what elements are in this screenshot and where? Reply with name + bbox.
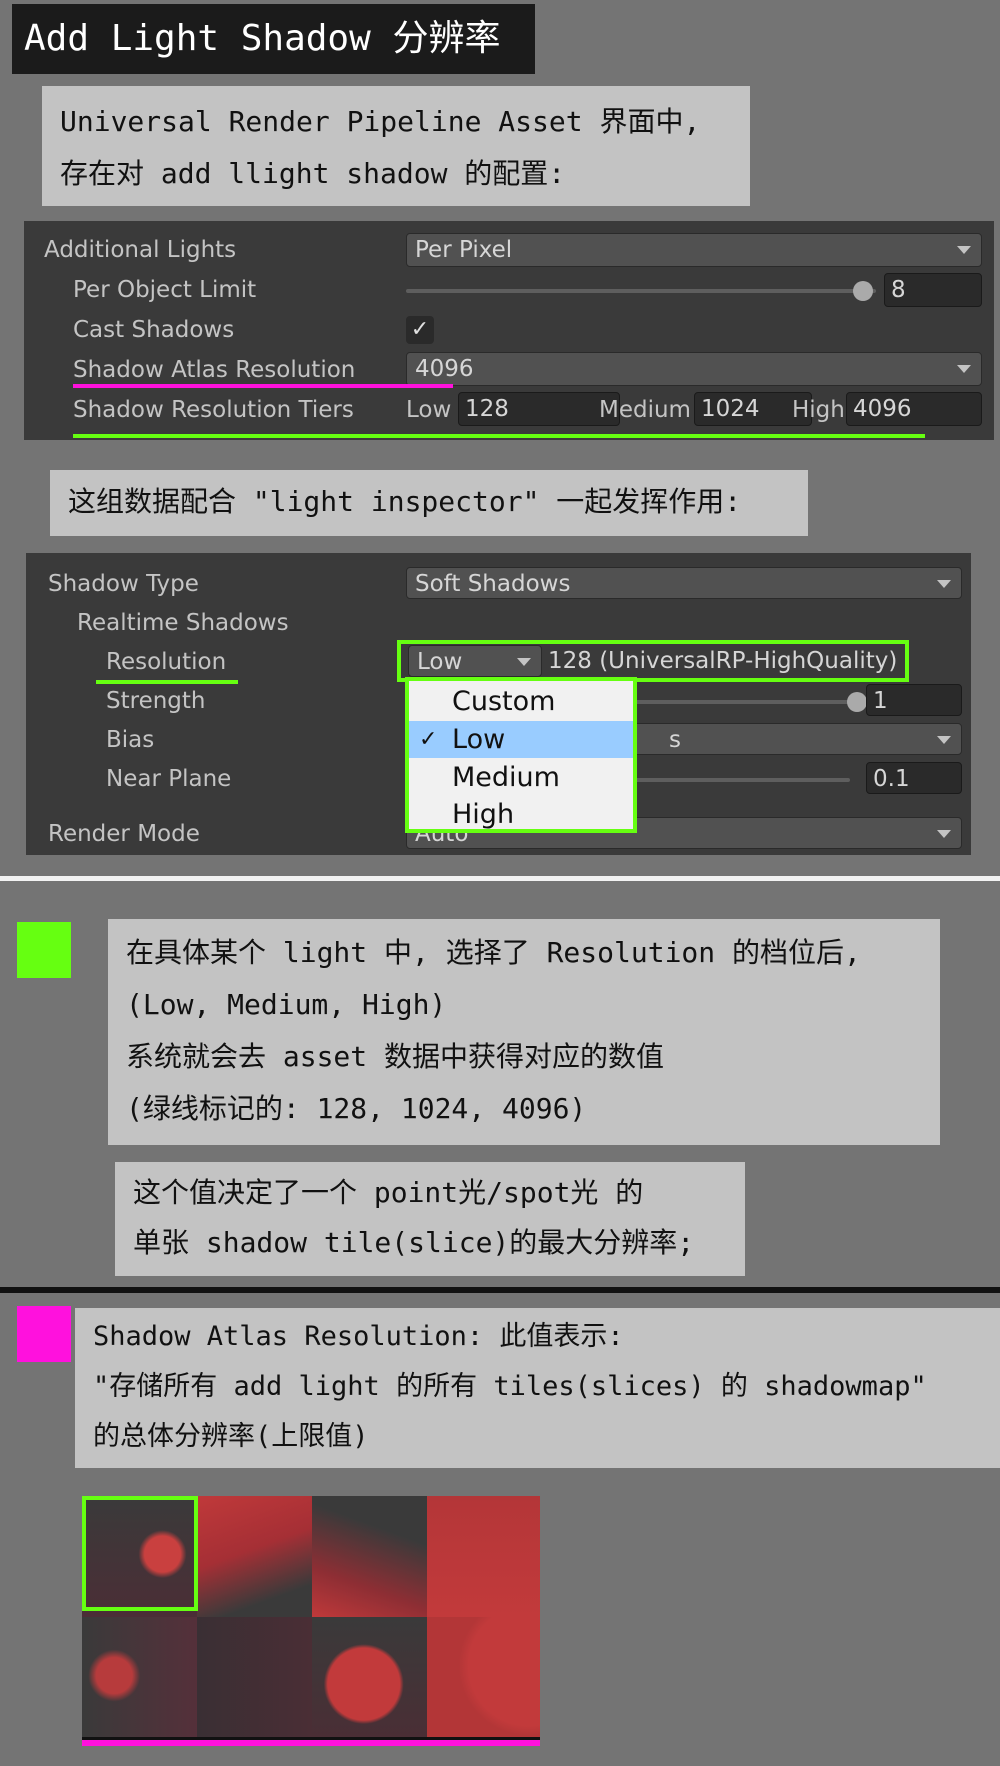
note-asset-intro-line2: 存在对 add llight shadow 的配置: (60, 157, 566, 190)
magenta-underline-atlas-image (82, 1740, 540, 1746)
check-icon: ✓ (410, 317, 430, 342)
check-icon: ✓ (419, 727, 438, 752)
note-tile-resolution: 这个值决定了一个 point光/spot光 的 单张 shadow tile(s… (115, 1162, 745, 1276)
cast-shadows-label: Cast Shadows (73, 317, 235, 343)
atlas-tile (312, 1496, 427, 1617)
per-object-limit-input[interactable]: 8 (884, 273, 982, 307)
atlas-tile (82, 1617, 197, 1739)
cast-shadows-checkbox[interactable]: ✓ (406, 316, 434, 344)
note-light-inspector: 这组数据配合 "light inspector" 一起发挥作用: (50, 470, 808, 536)
strength-label: Strength (106, 688, 206, 714)
render-mode-label: Render Mode (48, 821, 200, 847)
additional-lights-value: Per Pixel (415, 237, 513, 263)
atlas-tile-highlight (82, 1496, 198, 1611)
atlas-tile (197, 1496, 312, 1617)
shadow-resolution-tiers-label: Shadow Resolution Tiers (73, 397, 354, 423)
section-divider (0, 1287, 1000, 1293)
bias-label: Bias (106, 727, 155, 753)
menu-item-medium[interactable]: Medium (409, 759, 633, 796)
menu-item-custom[interactable]: Custom (409, 683, 633, 720)
green-underline-resolution (96, 680, 238, 684)
atlas-tile (312, 1617, 427, 1739)
note-resolution-tiers-line4: (绿线标记的: 128, 1024, 4096) (126, 1092, 587, 1125)
note-asset-intro-line1: Universal Render Pipeline Asset 界面中, (60, 105, 701, 138)
urp-asset-panel: Additional Lights Per Pixel Per Object L… (24, 221, 994, 440)
realtime-shadows-label: Realtime Shadows (77, 610, 289, 636)
green-underline-tiers (73, 434, 925, 438)
note-asset-intro: Universal Render Pipeline Asset 界面中, 存在对… (42, 86, 750, 206)
tier-high-label: High (792, 397, 845, 423)
slider-knob-icon[interactable] (853, 281, 873, 301)
atlas-tile (197, 1617, 312, 1739)
note-atlas-resolution-line1: Shadow Atlas Resolution: 此值表示: (93, 1321, 624, 1352)
resolution-dropdown-menu: Custom ✓ Low Medium High (405, 677, 637, 833)
bias-value: s (669, 727, 681, 753)
note-resolution-tiers: 在具体某个 light 中, 选择了 Resolution 的档位后, (Low… (108, 919, 940, 1145)
per-object-limit-slider-track[interactable] (406, 289, 876, 293)
per-object-limit-label: Per Object Limit (73, 277, 257, 303)
additional-lights-dropdown[interactable]: Per Pixel (406, 233, 982, 267)
green-legend-swatch (17, 922, 71, 978)
atlas-tile (427, 1496, 540, 1617)
menu-item-low-label: Low (452, 724, 506, 755)
menu-item-high[interactable]: High (409, 796, 633, 833)
note-light-inspector-text: 这组数据配合 "light inspector" 一起发挥作用: (68, 485, 742, 518)
shadow-atlas-resolution-label: Shadow Atlas Resolution (73, 357, 356, 383)
note-resolution-tiers-line1: 在具体某个 light 中, 选择了 Resolution 的档位后, (126, 936, 861, 969)
shadow-atlas-resolution-value: 4096 (415, 356, 474, 382)
near-plane-label: Near Plane (106, 766, 232, 792)
note-resolution-tiers-line2: (Low, Medium, High) (126, 988, 447, 1021)
chevron-down-icon (937, 736, 951, 744)
note-resolution-tiers-line3: 系统就会去 asset 数据中获得对应的数值 (126, 1040, 665, 1073)
menu-item-low[interactable]: ✓ Low (409, 721, 633, 758)
shadow-type-value: Soft Shadows (415, 571, 571, 597)
slider-knob-icon[interactable] (847, 692, 867, 712)
note-atlas-resolution-line3: 的总体分辨率(上限值) (93, 1421, 369, 1452)
resolution-label: Resolution (106, 649, 227, 675)
note-tile-resolution-line1: 这个值决定了一个 point光/spot光 的 (133, 1176, 644, 1209)
tier-medium-label: Medium (599, 397, 691, 423)
chevron-down-icon (957, 365, 971, 373)
green-box-resolution (397, 640, 909, 682)
chevron-down-icon (937, 830, 951, 838)
shadow-atlas-image (82, 1496, 540, 1739)
atlas-tile (427, 1617, 540, 1739)
magenta-legend-swatch (17, 1306, 71, 1362)
additional-lights-label: Additional Lights (44, 237, 237, 263)
shadow-atlas-resolution-dropdown[interactable]: 4096 (406, 352, 982, 386)
chevron-down-icon (937, 580, 951, 588)
tier-high-input[interactable]: 4096 (846, 392, 982, 426)
tier-low-label: Low (406, 397, 452, 423)
shadow-type-label: Shadow Type (48, 571, 199, 597)
note-tile-resolution-line2: 单张 shadow tile(slice)的最大分辨率; (133, 1226, 695, 1259)
page-title: Add Light Shadow 分辨率 (12, 4, 535, 74)
chevron-down-icon (957, 246, 971, 254)
magenta-underline-atlas (73, 384, 453, 388)
strength-input[interactable]: 1 (866, 684, 962, 716)
note-atlas-resolution-line2: "存储所有 add light 的所有 tiles(slices) 的 shad… (93, 1371, 927, 1402)
section-divider (0, 876, 1000, 881)
near-plane-input[interactable]: 0.1 (866, 762, 962, 794)
tier-low-input[interactable]: 128 (458, 392, 620, 426)
note-atlas-resolution: Shadow Atlas Resolution: 此值表示: "存储所有 add… (75, 1308, 1000, 1468)
shadow-type-dropdown[interactable]: Soft Shadows (406, 567, 962, 599)
